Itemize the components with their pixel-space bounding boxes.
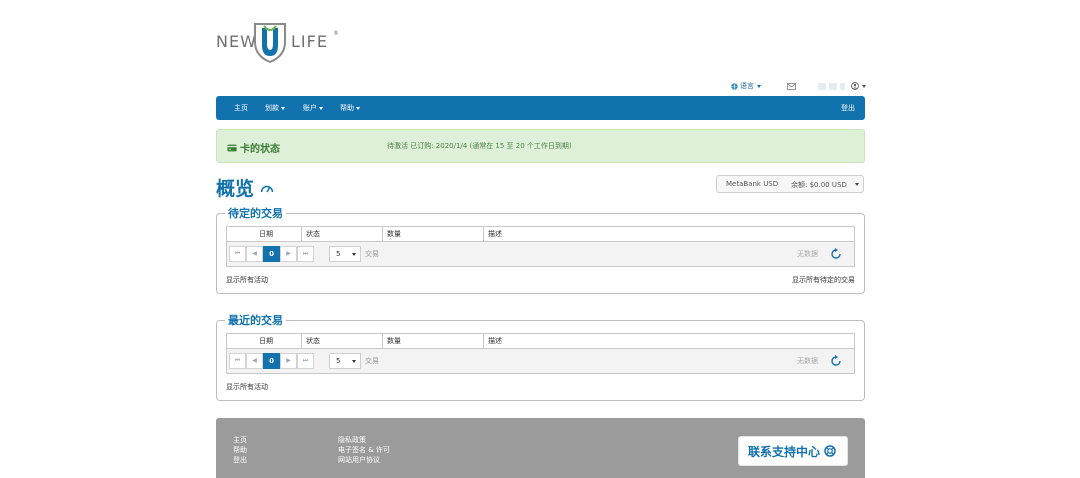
life-ring-icon [824,445,836,457]
recent-transactions-grid: 日期 状态 数量 描述 ⏮ ◀ 0 ▶ ⏭ 5 交易 无数据 [226,333,855,374]
card-status-text: 待激活 已订购: 2020/1/4 (通常在 15 至 20 个工作日到期) [387,142,572,150]
page-size-value: 5 [336,357,341,365]
column-header-date[interactable]: 日期 [227,227,302,241]
footer-link-help[interactable]: 帮助 [233,445,247,455]
chevron-down-icon [862,84,866,88]
last-page-button[interactable]: ⏭ [297,353,314,369]
first-page-button[interactable]: ⏮ [229,246,246,262]
last-page-button[interactable]: ⏭ [297,246,314,262]
refresh-icon[interactable] [830,248,842,260]
credit-card-icon [227,144,237,151]
logo-text-new: NEW [216,32,257,51]
chevron-down-icon [352,360,356,363]
page-size-select[interactable]: 5 [329,246,361,262]
main-navbar: 主页 划款 账户 帮助 登出 [216,96,865,120]
chevron-down-icon [757,84,761,88]
nav-label: 帮助 [340,104,354,112]
column-header-amount[interactable]: 数量 [383,227,484,241]
no-data-label: 无数据 [797,250,818,258]
pending-transactions-section: 待定的交易 日期 状态 数量 描述 ⏮ ◀ 0 ▶ ⏭ 5 交易 无数据 显示所… [216,205,865,294]
nav-item-transfer[interactable]: 划款 [265,96,285,120]
chevron-down-icon [352,253,356,256]
logo-registered-mark: ® [333,30,339,37]
nav-label: 主页 [234,104,248,112]
show-all-pending-link[interactable]: 显示所有待定的交易 [792,275,855,285]
nav-label: 账户 [303,104,317,112]
contact-support-button[interactable]: 联系支持中心 [738,436,848,466]
page-size-select[interactable]: 5 [329,353,361,369]
recent-transactions-section: 最近的交易 日期 状态 数量 描述 ⏮ ◀ 0 ▶ ⏭ 5 交易 无数据 显示所… [216,312,865,401]
page-title-text: 概览 [216,178,255,200]
show-all-activity-link[interactable]: 显示所有活动 [226,382,268,392]
nav-item-account[interactable]: 账户 [303,96,323,120]
language-selector[interactable]: 语言 [731,80,761,92]
user-menu[interactable] [818,80,866,92]
messages-button[interactable] [787,80,796,92]
grid-pager: ⏮ ◀ 0 ▶ ⏭ 5 交易 无数据 [227,349,854,373]
account-selector[interactable]: MetaBank USD 余额: $0.00 USD [716,175,864,193]
refresh-icon[interactable] [830,355,842,367]
user-name-redacted [840,82,845,90]
next-page-button[interactable]: ▶ [280,246,297,262]
contact-support-label: 联系支持中心 [748,444,821,459]
footer-link-home[interactable]: 主页 [233,435,247,445]
user-name-redacted [829,82,837,90]
card-status-title-text: 卡的状态 [240,144,280,155]
dashboard-gauge-icon [260,185,274,192]
envelope-icon [787,82,796,90]
footer-link-esign[interactable]: 电子签名 & 许可 [338,445,390,455]
grid-header: 日期 状态 数量 描述 [227,334,854,349]
footer-link-logout[interactable]: 登出 [233,455,247,465]
page-footer: 主页 帮助 登出 隐私政策 电子签名 & 许可 网站用户协议 联系支持中心 [216,418,865,478]
nav-item-home[interactable]: 主页 [234,96,248,120]
show-all-activity-link[interactable]: 显示所有活动 [226,275,268,285]
column-header-status[interactable]: 状态 [302,227,383,241]
column-header-date[interactable]: 日期 [227,334,302,348]
grid-pager: ⏮ ◀ 0 ▶ ⏭ 5 交易 无数据 [227,242,854,266]
chevron-down-icon [319,106,323,110]
prev-page-button[interactable]: ◀ [246,353,263,369]
account-balance: 余额: $0.00 USD [791,181,847,189]
page-size-label: 交易 [365,250,379,258]
page-title: 概览 [216,174,274,201]
current-page-button[interactable]: 0 [263,246,280,262]
prev-page-button[interactable]: ◀ [246,246,263,262]
user-name-redacted [818,82,826,90]
logout-label: 登出 [841,104,855,112]
page-size-value: 5 [336,250,341,258]
card-status-alert: 卡的状态 待激活 已订购: 2020/1/4 (通常在 15 至 20 个工作日… [216,129,865,163]
column-header-description[interactable]: 描述 [484,227,854,241]
globe-icon [731,82,738,90]
recent-transactions-title: 最近的交易 [225,312,286,328]
shield-logo-icon [254,23,286,64]
newlife-logo[interactable]: NEW LIFE ® [216,18,339,68]
footer-link-privacy[interactable]: 隐私政策 [338,435,366,445]
next-page-button[interactable]: ▶ [280,353,297,369]
page-size-label: 交易 [365,357,379,365]
column-header-status[interactable]: 状态 [302,334,383,348]
first-page-button[interactable]: ⏮ [229,353,246,369]
card-status-title: 卡的状态 [227,140,280,155]
chevron-down-icon [356,106,360,110]
no-data-label: 无数据 [797,357,818,365]
current-page-button[interactable]: 0 [263,353,280,369]
account-name: MetaBank USD [726,180,779,188]
nav-label: 划款 [265,104,279,112]
grid-header: 日期 状态 数量 描述 [227,227,854,242]
language-label: 语言 [740,82,754,90]
pending-transactions-grid: 日期 状态 数量 描述 ⏮ ◀ 0 ▶ ⏭ 5 交易 无数据 [226,226,855,267]
logout-button[interactable]: 登出 [841,96,855,120]
chevron-down-icon [281,106,285,110]
chevron-down-icon [855,183,859,186]
logo-text-life: LIFE [291,32,328,51]
column-header-amount[interactable]: 数量 [383,334,484,348]
nav-item-help[interactable]: 帮助 [340,96,360,120]
footer-link-user-agreement[interactable]: 网站用户协议 [338,455,380,465]
user-circle-icon [851,82,859,90]
pending-transactions-title: 待定的交易 [225,205,286,221]
column-header-description[interactable]: 描述 [484,334,854,348]
